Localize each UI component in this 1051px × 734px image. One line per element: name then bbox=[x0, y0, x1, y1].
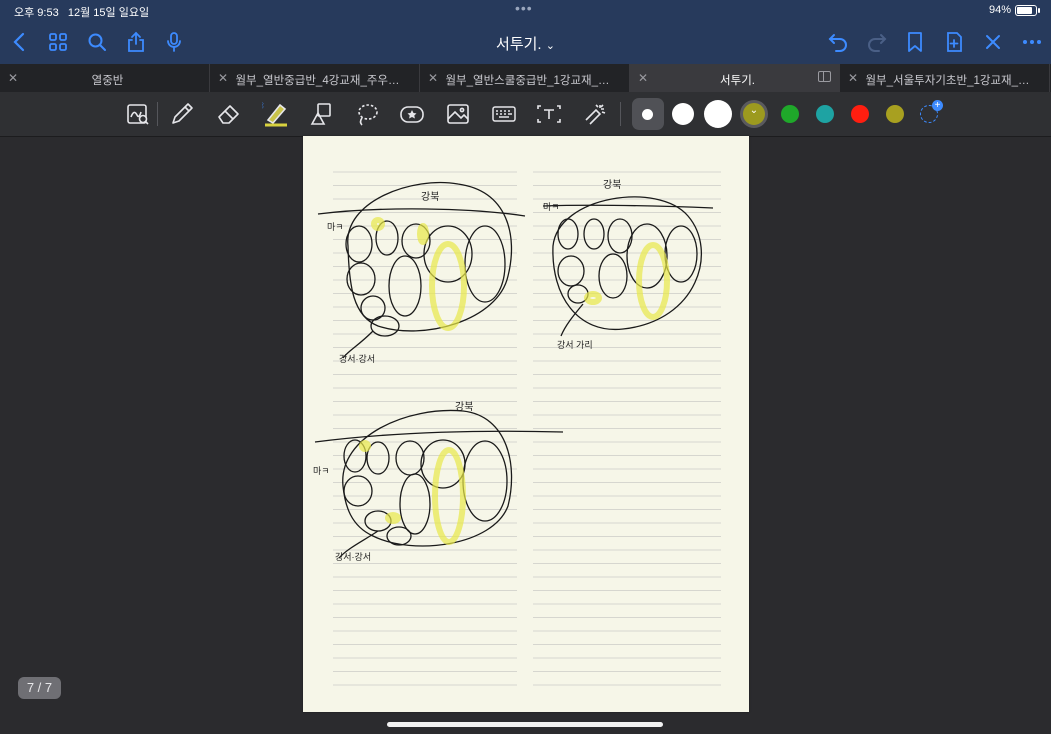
color-swatch-red[interactable] bbox=[851, 105, 869, 123]
tab-4[interactable]: ✕ 월부_서울투자기초반_1강교재_… bbox=[840, 64, 1050, 92]
sketch-2-label-left: 마ㅋ bbox=[543, 202, 560, 212]
status-time: 오후 9:53 12월 15일 일요일 bbox=[14, 7, 150, 19]
sketch-1-label-left: 마ㅋ bbox=[327, 222, 344, 232]
tab-close-icon[interactable]: ✕ bbox=[428, 71, 438, 85]
shapes-icon[interactable] bbox=[307, 100, 335, 128]
battery-status: 94% bbox=[989, 4, 1040, 16]
stroke-size-small[interactable] bbox=[642, 109, 653, 120]
chevron-down-icon: ⌄ bbox=[749, 105, 759, 116]
add-color-icon[interactable]: + bbox=[920, 100, 943, 123]
page-indicator[interactable]: 7 / 7 bbox=[18, 677, 61, 699]
image-icon[interactable] bbox=[444, 100, 472, 128]
tab-close-icon[interactable]: ✕ bbox=[848, 71, 858, 85]
text-box-icon[interactable] bbox=[535, 100, 563, 128]
home-indicator[interactable] bbox=[387, 722, 663, 727]
status-bar: 오후 9:53 12월 15일 일요일 ••• 94% bbox=[0, 0, 1051, 22]
document-title[interactable]: 서투기. ⌄ bbox=[0, 33, 1051, 54]
sticker-icon[interactable] bbox=[398, 100, 426, 128]
stroke-size-medium[interactable] bbox=[672, 103, 694, 125]
battery-icon bbox=[1015, 4, 1040, 16]
sketch-1-label-bottom: 강서·강서 bbox=[339, 354, 376, 364]
keyboard-icon[interactable] bbox=[490, 100, 518, 128]
tab-1[interactable]: ✕ 월부_열반중급반_4강교재_주우… bbox=[210, 64, 420, 92]
note-page[interactable]: 강북 마ㅋ 강서·강서 강북 마ㅋ 강서 가리 강북 마ㅋ 강서·강서 bbox=[303, 136, 749, 712]
sketch-2-label-bottom: 강서 가리 bbox=[557, 340, 593, 350]
tab-close-icon[interactable]: ✕ bbox=[218, 71, 228, 85]
sketch-3-label-bottom: 강서·강서 bbox=[335, 552, 372, 562]
split-view-icon[interactable] bbox=[818, 71, 831, 82]
tab-2[interactable]: ✕ 월부_열반스쿨중급반_1강교재_… bbox=[420, 64, 630, 92]
highlighter-icon[interactable]: ᛒ bbox=[262, 100, 290, 128]
color-swatch-teal[interactable] bbox=[816, 105, 834, 123]
tab-close-icon[interactable]: ✕ bbox=[638, 71, 648, 85]
sketch-2-title: 강북 bbox=[603, 180, 622, 191]
bookmark-icon[interactable] bbox=[903, 30, 927, 54]
eraser-icon[interactable] bbox=[215, 100, 243, 128]
sketch-1-title: 강북 bbox=[421, 192, 440, 203]
handwritten-sketches bbox=[314, 171, 721, 686]
sketch-3-label-left: 마ㅋ bbox=[313, 466, 330, 476]
more-icon[interactable] bbox=[1020, 30, 1044, 54]
top-bar: 오후 9:53 12월 15일 일요일 ••• 94% 서투기. ⌄ bbox=[0, 0, 1051, 64]
navigation-bar: 서투기. ⌄ bbox=[0, 26, 1051, 60]
tab-3-active[interactable]: ✕ 서투기. bbox=[630, 64, 840, 92]
lasso-icon[interactable] bbox=[353, 100, 381, 128]
color-swatch-green[interactable] bbox=[781, 105, 799, 123]
svg-text:ᛒ: ᛒ bbox=[262, 101, 265, 110]
tab-0[interactable]: ✕ 열중반 bbox=[0, 64, 210, 92]
color-swatch-olive-selected[interactable]: ⌄ bbox=[740, 100, 768, 128]
zoom-lasso-icon[interactable] bbox=[124, 100, 152, 128]
multitasking-dots-icon[interactable]: ••• bbox=[515, 0, 533, 16]
stroke-size-large[interactable] bbox=[704, 100, 732, 128]
redo-icon[interactable] bbox=[865, 30, 889, 54]
pen-icon[interactable] bbox=[168, 100, 196, 128]
close-icon[interactable] bbox=[981, 30, 1005, 54]
tab-close-icon[interactable]: ✕ bbox=[8, 71, 18, 85]
undo-icon[interactable] bbox=[826, 30, 850, 54]
laser-pointer-icon[interactable] bbox=[581, 100, 609, 128]
color-swatch-yellow[interactable] bbox=[886, 105, 904, 123]
sketch-3-title: 강북 bbox=[455, 402, 474, 413]
tab-bar: ✕ 열중반 ✕ 월부_열반중급반_4강교재_주우… ✕ 월부_열반스쿨중급반_1… bbox=[0, 64, 1051, 92]
add-page-icon[interactable] bbox=[942, 30, 966, 54]
